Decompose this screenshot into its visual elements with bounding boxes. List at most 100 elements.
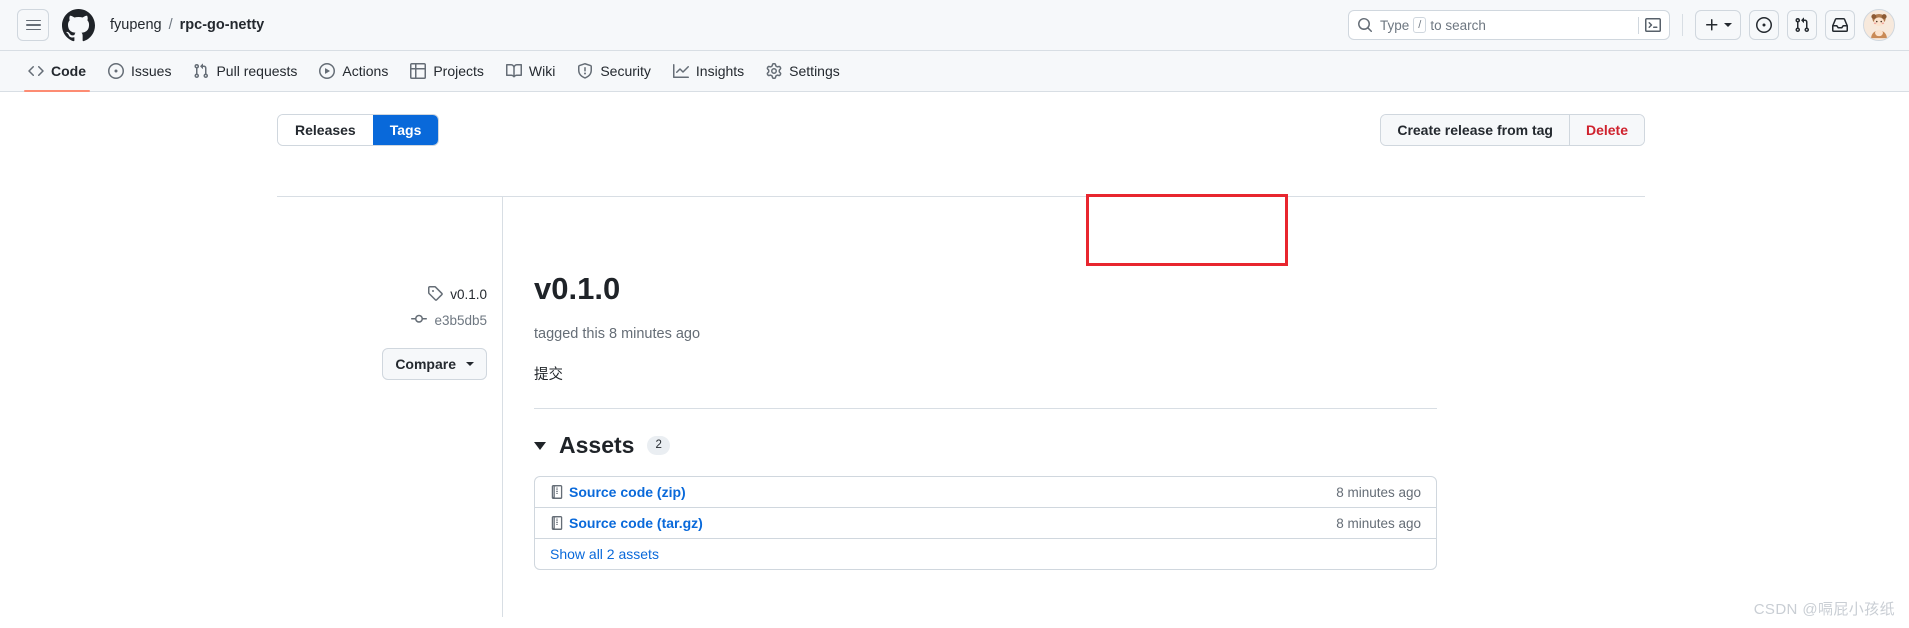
tab-wiki[interactable]: Wiki bbox=[495, 51, 566, 92]
tab-projects-label: Projects bbox=[433, 63, 484, 79]
breadcrumb-separator: / bbox=[168, 17, 173, 33]
asset-timestamp: 8 minutes ago bbox=[1336, 484, 1421, 500]
avatar[interactable] bbox=[1863, 9, 1895, 41]
tag-icon bbox=[427, 285, 443, 304]
compare-button[interactable]: Compare bbox=[382, 348, 487, 380]
tab-actions[interactable]: Actions bbox=[308, 51, 399, 92]
git-pull-request-icon bbox=[193, 63, 209, 79]
create-new-button[interactable] bbox=[1695, 10, 1741, 40]
tab-actions-label: Actions bbox=[342, 63, 389, 79]
commit-sha-label: e3b5db5 bbox=[434, 313, 487, 328]
asset-name-label: Source code (zip) bbox=[569, 484, 686, 501]
delete-tag-button[interactable]: Delete bbox=[1569, 115, 1644, 145]
tab-releases[interactable]: Releases bbox=[278, 115, 373, 145]
file-zip-icon bbox=[550, 485, 564, 500]
tag-sidebar: v0.1.0 e3b5db5 Compare bbox=[277, 197, 503, 617]
issue-opened-icon bbox=[108, 63, 124, 79]
tab-code[interactable]: Code bbox=[17, 51, 97, 92]
hamburger-line bbox=[25, 28, 41, 31]
chevron-down-icon bbox=[1724, 23, 1732, 27]
pull-requests-button[interactable] bbox=[1787, 10, 1817, 40]
show-all-assets-link[interactable]: Show all 2 assets bbox=[535, 539, 1436, 569]
tag-action-button-group: Create release from tag Delete bbox=[1380, 114, 1645, 146]
list-item[interactable]: Source code (zip) 8 minutes ago bbox=[535, 477, 1436, 509]
chevron-down-icon bbox=[466, 362, 474, 366]
tab-tags[interactable]: Tags bbox=[372, 115, 439, 145]
table-icon bbox=[410, 63, 427, 79]
issues-button[interactable] bbox=[1749, 10, 1779, 40]
tab-security[interactable]: Security bbox=[566, 51, 662, 92]
assets-title: Assets bbox=[559, 432, 635, 459]
search-placeholder-suffix: to search bbox=[1430, 17, 1486, 33]
search-divider bbox=[1638, 16, 1639, 34]
asset-link[interactable]: Source code (zip) bbox=[550, 484, 686, 500]
asset-timestamp: 8 minutes ago bbox=[1336, 515, 1421, 531]
commit-sha-row[interactable]: e3b5db5 bbox=[411, 311, 487, 330]
list-item[interactable]: Source code (tar.gz) 8 minutes ago bbox=[535, 508, 1436, 540]
tag-name-label: v0.1.0 bbox=[450, 287, 487, 302]
search-icon bbox=[1357, 17, 1373, 33]
tag-name-row[interactable]: v0.1.0 bbox=[427, 285, 487, 304]
compare-button-label: Compare bbox=[395, 356, 456, 372]
search-input[interactable]: Type / to search bbox=[1348, 10, 1670, 40]
book-icon bbox=[505, 63, 522, 79]
hamburger-menu-icon[interactable] bbox=[17, 9, 49, 41]
inbox-icon bbox=[1832, 18, 1848, 32]
tab-insights-label: Insights bbox=[695, 63, 745, 79]
assets-list: Source code (zip) 8 minutes ago Source c… bbox=[534, 476, 1437, 571]
breadcrumb-repo[interactable]: rpc-go-netty bbox=[180, 17, 265, 33]
releases-toolbar: Releases Tags Create release from tag De… bbox=[277, 114, 1645, 176]
triangle-down-icon bbox=[534, 441, 546, 450]
page-title: v0.1.0 bbox=[534, 271, 621, 306]
tab-pull-requests-label: Pull requests bbox=[216, 63, 298, 79]
tag-actions: Create release from tag Delete bbox=[1380, 114, 1645, 146]
file-zip-icon bbox=[550, 516, 564, 531]
breadcrumb-owner[interactable]: fyupeng bbox=[110, 17, 162, 33]
play-icon bbox=[319, 63, 336, 79]
assets-count-badge: 2 bbox=[647, 436, 670, 456]
breadcrumb: fyupeng / rpc-go-netty bbox=[110, 17, 264, 33]
assets-header[interactable]: Assets 2 bbox=[534, 432, 1645, 459]
github-logo-icon[interactable] bbox=[62, 8, 95, 42]
search-slash-key: / bbox=[1413, 17, 1427, 33]
asset-name-label: Source code (tar.gz) bbox=[569, 515, 703, 532]
tab-pull-requests[interactable]: Pull requests bbox=[182, 51, 308, 92]
assets-divider bbox=[534, 408, 1437, 410]
tab-projects[interactable]: Projects bbox=[399, 51, 495, 92]
search-placeholder-prefix: Type bbox=[1380, 17, 1410, 33]
release-detail: v0.1.0 tagged this 8 minutes ago 提交 Asse… bbox=[503, 197, 1645, 617]
release-meta: tagged this 8 minutes ago bbox=[534, 326, 701, 343]
header-divider bbox=[1682, 14, 1683, 36]
code-icon bbox=[28, 63, 44, 79]
terminal-icon[interactable] bbox=[1645, 17, 1661, 33]
plus-icon bbox=[1706, 19, 1718, 31]
notifications-button[interactable] bbox=[1825, 10, 1855, 40]
git-commit-icon bbox=[411, 311, 428, 330]
page-content: Releases Tags Create release from tag De… bbox=[0, 92, 1909, 628]
tab-insights[interactable]: Insights bbox=[662, 51, 755, 92]
asset-link[interactable]: Source code (tar.gz) bbox=[550, 515, 703, 531]
search-placeholder-text: Type / to search bbox=[1380, 17, 1638, 33]
shield-icon bbox=[577, 63, 593, 79]
tab-issues-label: Issues bbox=[131, 63, 172, 79]
git-pull-request-icon bbox=[1795, 17, 1810, 33]
release-description: 提交 bbox=[534, 367, 563, 384]
hamburger-line bbox=[25, 24, 41, 26]
tab-issues[interactable]: Issues bbox=[97, 51, 182, 92]
hamburger-line bbox=[25, 19, 41, 22]
tab-wiki-label: Wiki bbox=[528, 63, 556, 79]
graph-icon bbox=[672, 63, 689, 79]
repository-nav: Code Issues Pull requests Actions Projec… bbox=[0, 51, 1909, 92]
issue-opened-icon bbox=[1756, 17, 1772, 33]
watermark: CSDN @嗝屁小孩纸 bbox=[1753, 601, 1895, 618]
tab-security-label: Security bbox=[600, 63, 651, 79]
releases-tags-toggle: Releases Tags bbox=[277, 114, 440, 146]
tab-settings[interactable]: Settings bbox=[755, 51, 851, 92]
release-body: v0.1.0 e3b5db5 Compare v0.1.0 tagged thi… bbox=[277, 197, 1645, 617]
gear-icon bbox=[766, 63, 782, 79]
tab-code-label: Code bbox=[51, 63, 86, 79]
global-header: fyupeng / rpc-go-netty Type / to search bbox=[0, 0, 1909, 51]
header-actions: Type / to search bbox=[1348, 9, 1895, 41]
tab-settings-label: Settings bbox=[789, 63, 840, 79]
create-release-from-tag-button[interactable]: Create release from tag bbox=[1381, 115, 1570, 145]
